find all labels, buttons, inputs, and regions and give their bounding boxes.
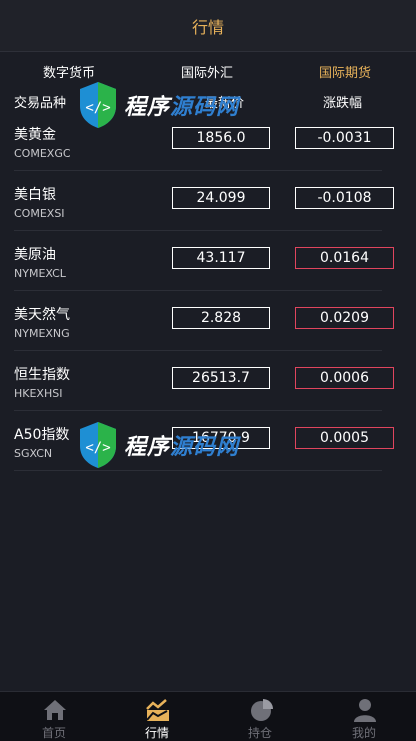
tabbar-item-profile[interactable]: 我的	[312, 692, 416, 741]
tab-digital-currency[interactable]: 数字货币	[43, 62, 95, 81]
change-rate: 0.0164	[295, 247, 394, 269]
tab-forex[interactable]: 国际外汇	[181, 62, 233, 81]
change-rate: -0.0031	[295, 127, 394, 149]
bottom-tab-bar: 首页 行情 持仓 我的	[0, 691, 416, 741]
instrument-code: NYMEXCL	[14, 267, 66, 280]
tabbar-label: 我的	[351, 726, 376, 740]
quote-row[interactable]: 美天然气 NYMEXNG 2.828 0.0209	[14, 291, 394, 351]
latest-price: 2.828	[172, 307, 270, 329]
home-icon	[44, 700, 66, 720]
change-rate: 0.0005	[295, 427, 394, 449]
tab-futures[interactable]: 国际期货	[319, 62, 371, 81]
pie-icon	[251, 699, 273, 721]
tabbar-item-home[interactable]: 首页	[2, 692, 106, 741]
latest-price: 26513.7	[172, 367, 270, 389]
change-rate: -0.0108	[295, 187, 394, 209]
column-header-price: 最新价	[205, 96, 245, 111]
instrument-name: 美天然气	[14, 307, 70, 323]
tabbar-label: 行情	[144, 726, 169, 740]
quote-row[interactable]: A50指数 SGXCN 16770.9 0.0005	[14, 411, 394, 471]
market-tabs: 数字货币 国际外汇 国际期货	[0, 56, 416, 84]
column-header-change: 涨跌幅	[323, 96, 363, 111]
instrument-code: HKEXHSI	[14, 387, 63, 400]
top-header: 行情	[0, 0, 416, 52]
instrument-code: NYMEXNG	[14, 327, 70, 340]
instrument-code: COMEXSI	[14, 207, 65, 220]
tabbar-item-positions[interactable]: 持仓	[208, 692, 312, 741]
latest-price: 16770.9	[172, 427, 270, 449]
quote-list: 美黄金 COMEXGC 1856.0 -0.0031 美白银 COMEXSI 2…	[14, 111, 394, 471]
quote-row[interactable]: 美原油 NYMEXCL 43.117 0.0164	[14, 231, 394, 291]
latest-price: 1856.0	[172, 127, 270, 149]
tabbar-label: 首页	[41, 726, 66, 740]
change-rate: 0.0209	[295, 307, 394, 329]
quote-row[interactable]: 美白银 COMEXSI 24.099 -0.0108	[14, 171, 394, 231]
latest-price: 43.117	[172, 247, 270, 269]
chart-icon	[146, 699, 169, 721]
instrument-name: A50指数	[14, 427, 70, 443]
tabbar-item-market[interactable]: 行情	[105, 692, 209, 741]
instrument-name: 美黄金	[14, 127, 56, 143]
column-header-name: 交易品种	[14, 96, 67, 111]
instrument-name: 美原油	[14, 247, 56, 263]
instrument-code: COMEXGC	[14, 147, 71, 160]
user-icon	[354, 699, 376, 722]
instrument-name: 美白银	[14, 187, 56, 203]
tabbar-label: 持仓	[247, 726, 272, 740]
latest-price: 24.099	[172, 187, 270, 209]
instrument-code: SGXCN	[14, 447, 53, 460]
quote-row[interactable]: 恒生指数 HKEXHSI 26513.7 0.0006	[14, 351, 394, 411]
quote-row[interactable]: 美黄金 COMEXGC 1856.0 -0.0031	[14, 111, 394, 171]
change-rate: 0.0006	[295, 367, 394, 389]
page-title: 行情	[191, 17, 224, 37]
instrument-name: 恒生指数	[14, 367, 70, 383]
